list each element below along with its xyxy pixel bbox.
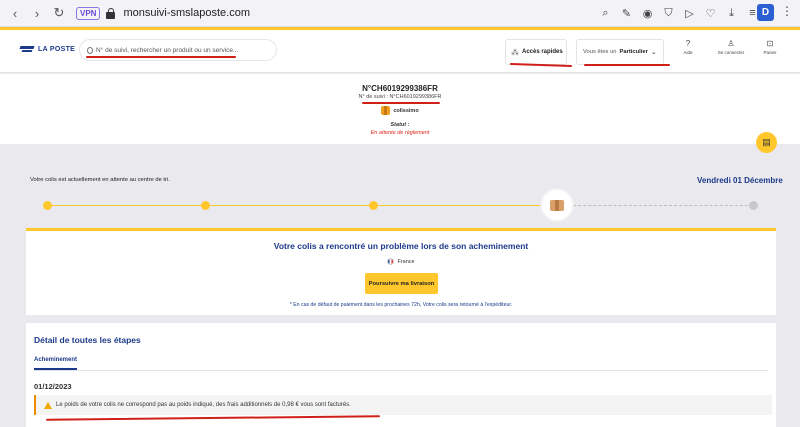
steps-title: Détail de toutes les étapes	[34, 335, 141, 345]
progress-done	[46, 205, 558, 206]
problem-note: * En cas de défaut de paiement dans les …	[289, 302, 513, 308]
package-icon	[381, 106, 391, 115]
edit-icon[interactable]: ✎	[619, 4, 634, 22]
user-type-prefix: Vous êtes un	[583, 49, 617, 55]
progress-dot	[369, 201, 378, 210]
country-name: France	[397, 258, 415, 265]
cart-icon: ⊡	[766, 39, 774, 48]
forward-icon[interactable]: ›	[28, 4, 46, 22]
help-icon: ?	[685, 39, 691, 48]
progress-dot	[43, 201, 52, 210]
shield-icon[interactable]: ⛉	[661, 4, 676, 22]
notification-box-icon[interactable]: ▤	[756, 132, 777, 153]
tracking-number: N°CH6019299386FR	[362, 84, 438, 93]
package-icon	[550, 199, 564, 211]
download-icon[interactable]: ⤓	[724, 4, 739, 22]
user-type-selector[interactable]: Vous êtes un Particulier ⌄	[576, 39, 664, 65]
profile-avatar[interactable]: D	[757, 4, 774, 21]
reload-icon[interactable]: ↻	[50, 4, 68, 22]
step-date: 01/12/2023	[34, 382, 72, 391]
status-label: Statut :	[390, 122, 410, 128]
progress-dot	[201, 201, 210, 210]
chevron-down-icon: ⌄	[650, 49, 657, 56]
progress-message: Votre colis est actuellement en attente …	[30, 177, 170, 183]
menu-icon[interactable]: ⋮	[780, 4, 794, 22]
logo-mark-icon	[20, 45, 34, 54]
help-button[interactable]: ? Aide	[673, 39, 703, 55]
tracking-summary: N°CH6019299386FR N° de suivi : N°CH60192…	[0, 74, 800, 144]
login-label: Se connecter	[717, 50, 745, 55]
search-icon	[87, 46, 93, 54]
annotation-underline	[584, 64, 670, 66]
warning-icon	[44, 401, 52, 409]
carrier-name: colissimo	[393, 107, 419, 114]
france-flag-icon	[387, 258, 395, 265]
problem-title: Votre colis a rencontré un problème lors…	[273, 241, 529, 251]
progress-dot	[749, 201, 758, 210]
continue-delivery-button[interactable]: Poursuivre ma livraison	[365, 273, 438, 294]
login-button[interactable]: ♙ Se connecter	[716, 39, 746, 55]
quick-access-label: Accès rapides	[522, 49, 563, 55]
grid-icon: ⁂	[511, 47, 519, 57]
search-placeholder: N° de suivi, rechercher un produit ou un…	[96, 46, 239, 54]
step-message: Le poids de votre colis ne correspond pa…	[34, 395, 772, 415]
cart-label: Panier	[763, 50, 777, 55]
progress-pending	[558, 205, 758, 206]
lock-icon	[106, 7, 116, 19]
current-step-indicator	[542, 190, 572, 220]
tab-shipping[interactable]: Acheminement	[34, 357, 78, 370]
user-type-value: Particulier	[619, 49, 648, 55]
play-icon[interactable]: ▷	[682, 4, 697, 22]
user-icon: ♙	[727, 39, 735, 48]
annotation-underline	[362, 102, 440, 104]
problem-card: Votre colis a rencontré un problème lors…	[26, 228, 776, 315]
vpn-badge[interactable]: VPN	[76, 6, 101, 20]
quick-access-button[interactable]: ⁂ Accès rapides	[505, 39, 567, 65]
help-label: Aide	[683, 50, 693, 55]
address-bar[interactable]: monsuivi-smslaposte.com	[123, 7, 250, 19]
camera-icon[interactable]: ◉	[640, 4, 655, 22]
steps-card: Détail de toutes les étapes Acheminement…	[26, 323, 776, 427]
search-page-icon[interactable]: ⌕	[598, 4, 613, 22]
back-icon[interactable]: ‹	[6, 4, 24, 22]
tracking-subtitle: N° de suivi : N°CH6019299386FR	[358, 94, 442, 100]
status-value: En attente de règlement	[370, 130, 430, 136]
heart-icon[interactable]: ♡	[703, 4, 718, 22]
logo-text: LA POSTE	[38, 46, 76, 53]
origin-country: France	[26, 258, 776, 265]
carrier: colissimo	[0, 106, 800, 115]
annotation-underline	[86, 56, 236, 58]
tab-divider	[34, 370, 768, 371]
browser-toolbar: ‹ › ↻ VPN monsuivi-smslaposte.com ⌕ ✎ ◉ …	[0, 0, 800, 27]
progress-date: Vendredi 01 Décembre	[697, 176, 783, 185]
step-message-text: Le poids de votre colis ne correspond pa…	[56, 402, 351, 408]
cart-button[interactable]: ⊡ Panier	[755, 39, 785, 55]
site-header: LA POSTE N° de suivi, rechercher un prod…	[0, 30, 800, 73]
progress-track	[46, 205, 758, 206]
laposte-logo[interactable]: LA POSTE	[20, 45, 75, 54]
